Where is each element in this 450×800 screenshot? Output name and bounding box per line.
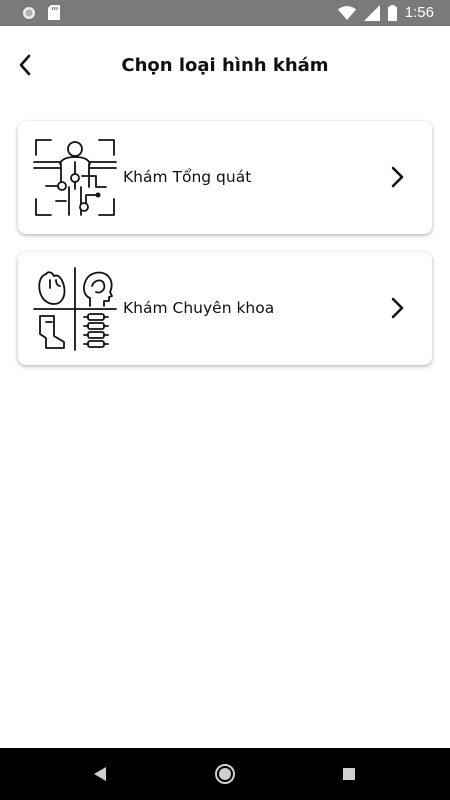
body-scan-icon [33,139,117,216]
wifi-icon [337,5,356,20]
nav-home-icon [215,764,235,784]
chevron-right-icon [391,297,404,319]
navigation-bar [0,748,450,800]
notification-dot-icon [23,6,35,19]
nav-home-button[interactable] [213,762,237,786]
nav-back-button[interactable] [88,762,112,786]
status-time: 1:56 [404,4,434,21]
status-right-icons: 1:56 [337,3,434,23]
header: Chọn loại hình khám [0,26,450,106]
page-title: Chọn loại hình khám [121,55,329,76]
nav-recents-button[interactable] [337,762,361,786]
nav-recents-icon [343,768,355,780]
status-bar: 1:56 [0,0,450,26]
specialty-exam-label: Khám Chuyên khoa [123,299,275,317]
specialty-exam-card[interactable]: Khám Chuyên khoa [18,252,432,365]
battery-icon [387,5,397,21]
cellular-icon [363,5,380,21]
specialty-organs-icon [33,267,117,351]
sd-card-icon [48,5,60,20]
general-exam-card[interactable]: Khám Tổng quát [18,121,432,234]
general-exam-label: Khám Tổng quát [123,168,252,186]
chevron-right-icon [391,166,404,188]
status-left-icons [22,5,60,20]
nav-back-icon [94,767,106,781]
